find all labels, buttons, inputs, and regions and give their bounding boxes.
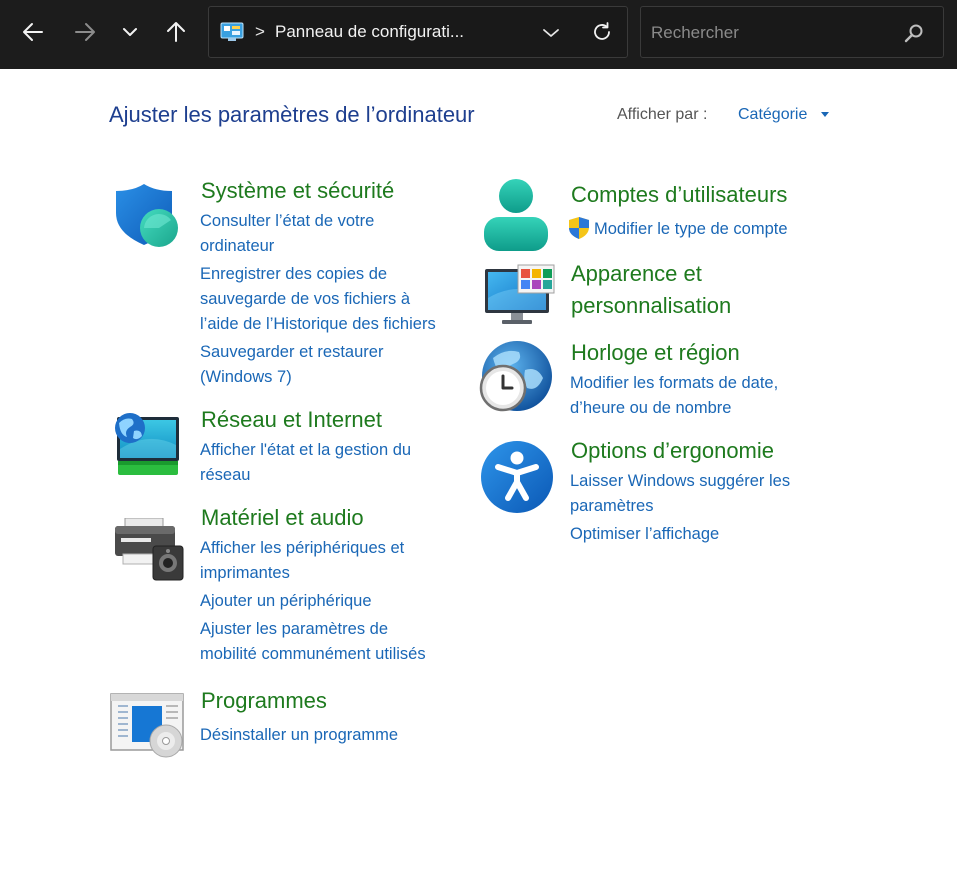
breadcrumb-separator: > bbox=[255, 22, 265, 41]
search-input[interactable] bbox=[651, 20, 891, 46]
category-clock-region[interactable]: Horloge et région bbox=[571, 338, 740, 368]
search-icon[interactable] bbox=[903, 22, 925, 44]
link-windows-suggest-settings[interactable]: Laisser Windows suggérer les paramètres bbox=[570, 469, 790, 519]
link-change-account-type[interactable]: Modifier le type de compte bbox=[594, 217, 788, 242]
user-accounts-icon[interactable] bbox=[482, 179, 550, 258]
category-appearance-personalization[interactable]: Apparence et personnalisation bbox=[571, 258, 731, 322]
category-user-accounts[interactable]: Comptes d’utilisateurs bbox=[571, 180, 787, 210]
control-panel-icon bbox=[220, 22, 244, 42]
link-uninstall-program[interactable]: Désinstaller un programme bbox=[200, 723, 398, 748]
link-optimize-display[interactable]: Optimiser l’affichage bbox=[570, 522, 719, 547]
view-by-label: Afficher par : bbox=[617, 106, 708, 123]
accessibility-icon[interactable] bbox=[480, 440, 554, 519]
link-network-status[interactable]: Afficher l'état et la gestion du réseau bbox=[200, 438, 411, 488]
clock-globe-icon[interactable] bbox=[479, 340, 555, 421]
view-by-dropdown[interactable]: Catégorie bbox=[738, 105, 807, 125]
network-globe-monitor-icon[interactable] bbox=[110, 409, 182, 484]
breadcrumb-current-location[interactable]: Panneau de configurati... bbox=[275, 21, 475, 43]
printer-speaker-icon[interactable] bbox=[113, 517, 185, 587]
category-network-internet[interactable]: Réseau et Internet bbox=[201, 405, 382, 435]
search-box[interactable] bbox=[640, 6, 944, 58]
link-date-time-formats[interactable]: Modifier les formats de date, d’heure ou … bbox=[570, 371, 778, 421]
link-file-history-backup[interactable]: Enregistrer des copies de sauvegarde de v… bbox=[200, 262, 436, 337]
category-ease-of-access[interactable]: Options d’ergonomie bbox=[571, 436, 774, 466]
address-bar[interactable]: > Panneau de configurati... bbox=[208, 6, 628, 58]
forward-arrow-icon[interactable] bbox=[67, 14, 103, 50]
view-by-caret-icon[interactable] bbox=[821, 112, 829, 117]
address-dropdown-chevron-icon[interactable] bbox=[539, 21, 563, 45]
back-arrow-icon[interactable] bbox=[15, 14, 51, 50]
navigation-bar: > Panneau de configurati... bbox=[0, 0, 957, 69]
programs-window-disc-icon[interactable] bbox=[110, 693, 186, 764]
link-devices-printers[interactable]: Afficher les périphériques et imprimantes bbox=[200, 536, 404, 586]
category-programs[interactable]: Programmes bbox=[201, 686, 327, 716]
link-add-device[interactable]: Ajouter un périphérique bbox=[200, 589, 372, 614]
uac-shield-icon bbox=[568, 216, 590, 245]
page-title: Ajuster les paramètres de l’ordinateur bbox=[109, 102, 475, 127]
link-view-computer-status[interactable]: Consulter l’état de votre ordinateur bbox=[200, 209, 374, 259]
link-mobility-settings[interactable]: Ajuster les paramètres de mobilité commun… bbox=[200, 617, 426, 667]
category-hardware-sound[interactable]: Matériel et audio bbox=[201, 503, 364, 533]
up-arrow-icon[interactable] bbox=[158, 14, 194, 50]
recent-locations-chevron-icon[interactable] bbox=[112, 14, 148, 50]
link-backup-restore-win7[interactable]: Sauvegarder et restaurer (Windows 7) bbox=[200, 340, 383, 390]
appearance-monitor-icon[interactable] bbox=[484, 264, 556, 333]
security-shield-icon[interactable] bbox=[113, 183, 181, 254]
refresh-icon[interactable] bbox=[589, 19, 615, 45]
category-system-security[interactable]: Système et sécurité bbox=[201, 176, 394, 206]
